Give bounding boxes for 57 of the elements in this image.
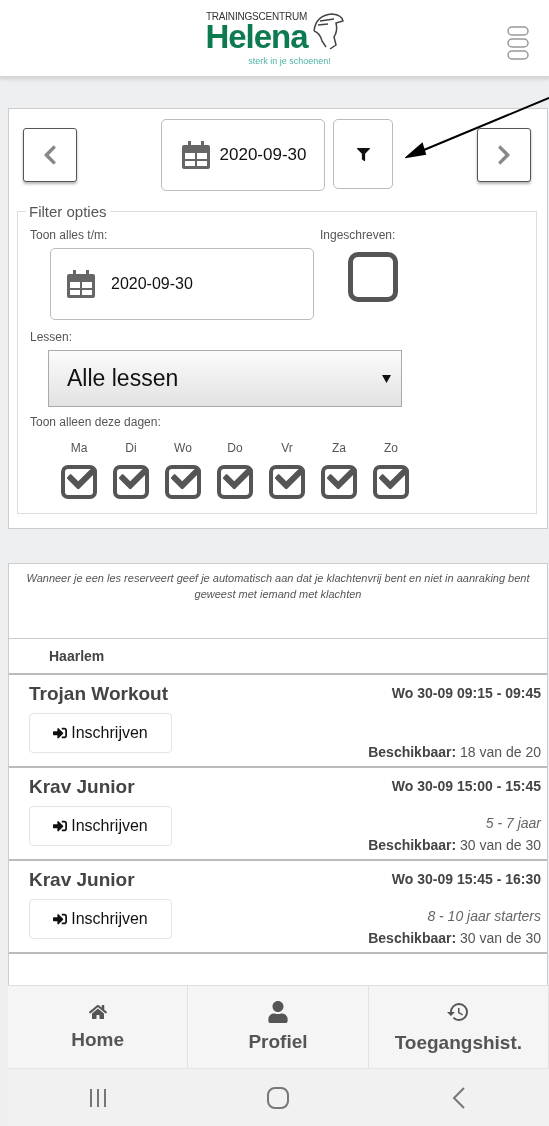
history-icon — [446, 1000, 471, 1024]
lessons-select[interactable]: Alle lessen — [48, 350, 402, 407]
day-checkbox[interactable] — [321, 465, 357, 499]
enroll-button[interactable]: Inschrijven — [29, 713, 172, 753]
lesson-title: Krav Junior — [29, 869, 136, 891]
day-label: Vr — [281, 441, 293, 455]
lessons-label: Lessen: — [30, 330, 74, 344]
logo-name: Helena — [205, 21, 308, 52]
lesson-title: Krav Junior — [29, 776, 136, 798]
day-label: Do — [227, 441, 243, 455]
day-checkbox[interactable] — [165, 465, 201, 499]
availability-text: Beschikbaar: 30 van de 30 — [368, 930, 541, 946]
lesson-title: Trojan Workout — [29, 683, 169, 705]
lesson-note: 8 - 10 jaar starters — [427, 908, 541, 924]
lesson-time: Wo 30-09 15:00 - 15:45 — [391, 778, 541, 794]
recent-apps-icon[interactable] — [88, 1087, 109, 1108]
calendar-icon — [179, 139, 212, 171]
date-picker-button[interactable]: 2020-09-30 — [161, 119, 325, 191]
logo-subtitle: TRAININGSCENTRUM — [205, 10, 308, 22]
user-icon — [267, 1001, 289, 1023]
enrolled-label: Ingeschreven: — [320, 228, 397, 242]
days-label: Toon alleen deze dagen: — [30, 415, 162, 429]
day-checkbox[interactable] — [217, 465, 253, 499]
day-checkbox[interactable] — [269, 465, 305, 499]
enroll-button[interactable]: Inschrijven — [29, 806, 172, 846]
menu-icon[interactable] — [507, 26, 529, 60]
filter-legend: Filter opties — [26, 203, 110, 220]
lesson-note: 5 - 7 jaar — [485, 815, 541, 831]
sign-in-icon — [53, 726, 68, 740]
lesson-time: Wo 30-09 09:15 - 09:45 — [391, 685, 541, 701]
until-date-field[interactable]: 2020-09-30 — [50, 248, 314, 320]
day-label: Zo — [384, 441, 398, 455]
availability-text: Beschikbaar: 30 van de 30 — [368, 837, 541, 853]
sign-in-icon — [53, 819, 68, 833]
until-label: Toon alles t/m: — [30, 228, 109, 242]
back-icon[interactable] — [451, 1086, 466, 1109]
logo-tagline: sterk in je schoenen! — [248, 55, 331, 66]
caret-icon — [382, 374, 391, 383]
previous-day-button[interactable] — [23, 128, 77, 182]
filter-icon — [356, 147, 370, 161]
lesson-time: Wo 30-09 15:45 - 16:30 — [391, 871, 541, 887]
sign-in-icon — [53, 912, 68, 926]
home-icon — [88, 1003, 107, 1021]
calendar-icon — [65, 268, 97, 300]
day-label: Di — [125, 441, 137, 455]
day-checkbox[interactable] — [113, 465, 149, 499]
day-label: Ma — [70, 441, 88, 455]
enrolled-checkbox[interactable] — [348, 252, 398, 302]
day-label: Za — [332, 441, 346, 455]
availability-text: Beschikbaar: 18 van de 20 — [368, 744, 541, 760]
day-checkbox[interactable] — [373, 465, 409, 499]
next-day-button[interactable] — [477, 128, 531, 182]
day-checkbox[interactable] — [61, 465, 97, 499]
day-label: Wo — [174, 441, 192, 455]
enroll-button[interactable]: Inschrijven — [29, 899, 172, 939]
notice-text: Wanneer je een les reserveert geef je automatisch aan dat je klachtenvrij bent en niet in aanraking bent geweest met iemand met klachten — [9, 564, 547, 639]
location-heading: Haarlem — [49, 648, 105, 664]
